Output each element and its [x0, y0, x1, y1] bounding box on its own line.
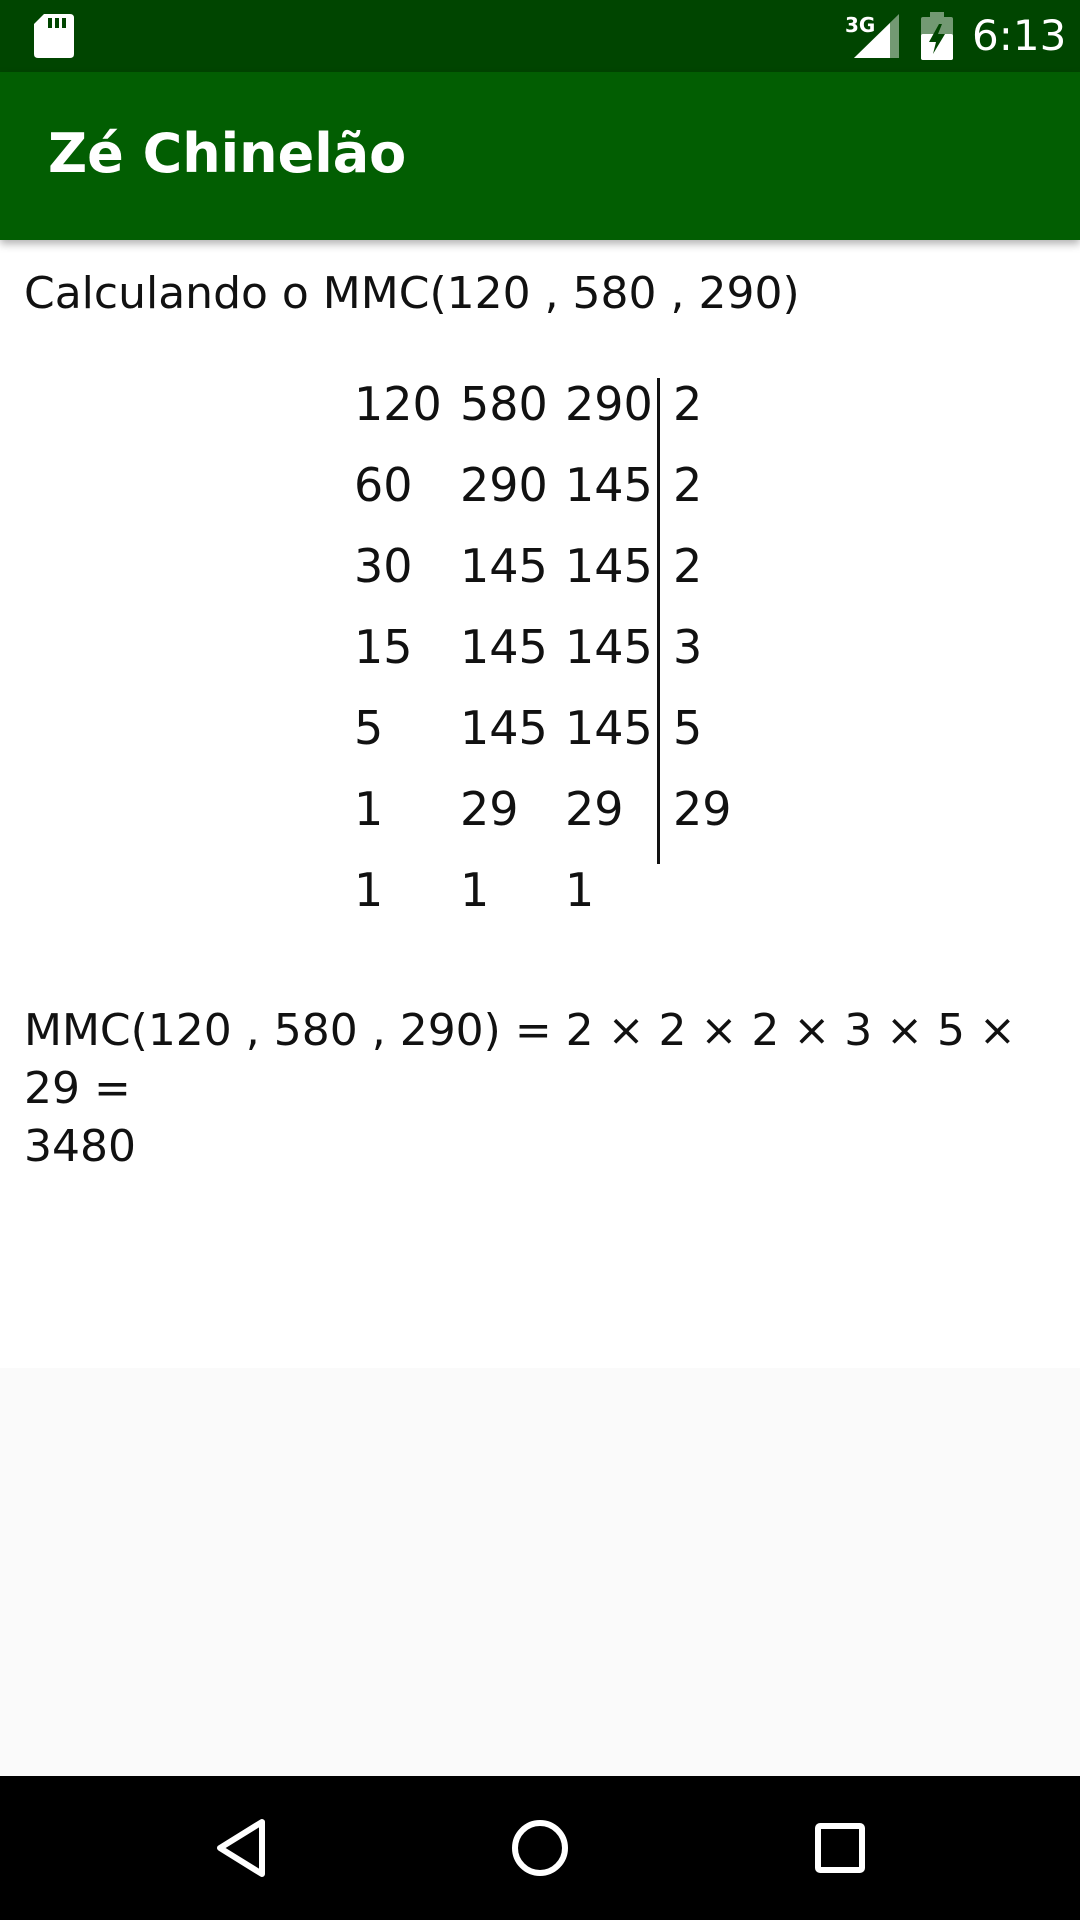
- back-icon[interactable]: [206, 1812, 278, 1884]
- divisor-cell: 3: [673, 620, 703, 674]
- number-cell: 120: [354, 377, 442, 431]
- sd-card-icon: [34, 14, 74, 58]
- number-cell: 145: [460, 539, 548, 593]
- divisor-cell: 29: [673, 782, 732, 836]
- number-cell: 15: [354, 620, 413, 674]
- main-content: Calculando o MMC(120 , 580 , 290) 120 58…: [0, 240, 1080, 1368]
- divisor-cell: 2: [673, 458, 703, 512]
- network-type-label: 3G: [845, 13, 876, 37]
- division-row: 60 290 145 2: [352, 445, 752, 526]
- number-cell: 145: [460, 701, 548, 755]
- divisor-cell: 2: [673, 377, 703, 431]
- number-cell: 29: [565, 782, 624, 836]
- number-cell: 30: [354, 539, 413, 593]
- recents-icon[interactable]: [804, 1812, 876, 1884]
- number-cell: 145: [565, 701, 653, 755]
- divisor-cell: 5: [673, 701, 703, 755]
- number-cell: 145: [565, 458, 653, 512]
- number-cell: 1: [354, 782, 384, 836]
- division-row: 120 580 290 2: [352, 364, 752, 445]
- division-row: 5 145 145 5: [352, 688, 752, 769]
- result-expression: MMC(120 , 580 , 290) = 2 × 2 × 2 × 3 × 5…: [24, 1005, 1016, 1114]
- result-text: MMC(120 , 580 , 290) = 2 × 2 × 2 × 3 × 5…: [24, 1002, 1044, 1176]
- number-cell: 1: [460, 863, 490, 917]
- result-value: 3480: [24, 1121, 136, 1172]
- number-cell: 1: [354, 863, 384, 917]
- calculation-heading: Calculando o MMC(120 , 580 , 290): [24, 268, 800, 319]
- division-divider-line: [657, 378, 660, 864]
- division-row: 30 145 145 2: [352, 526, 752, 607]
- divisor-cell: 2: [673, 539, 703, 593]
- battery-charging-icon: [921, 12, 953, 60]
- status-bar: 3G 6:13: [0, 0, 1080, 72]
- division-row: 1 29 29 29: [352, 769, 752, 850]
- number-cell: 1: [565, 863, 595, 917]
- home-icon[interactable]: [504, 1812, 576, 1884]
- app-title: Zé Chinelão: [48, 122, 407, 185]
- number-cell: 29: [460, 782, 519, 836]
- status-clock: 6:13: [972, 11, 1067, 60]
- number-cell: 60: [354, 458, 413, 512]
- number-cell: 290: [460, 458, 548, 512]
- number-cell: 145: [460, 620, 548, 674]
- number-cell: 5: [354, 701, 384, 755]
- number-cell: 580: [460, 377, 548, 431]
- division-row: 15 145 145 3: [352, 607, 752, 688]
- number-cell: 145: [565, 620, 653, 674]
- division-row: 1 1 1: [352, 850, 752, 931]
- app-bar: Zé Chinelão: [0, 72, 1080, 240]
- navigation-bar: [0, 1776, 1080, 1920]
- number-cell: 145: [565, 539, 653, 593]
- number-cell: 290: [565, 377, 653, 431]
